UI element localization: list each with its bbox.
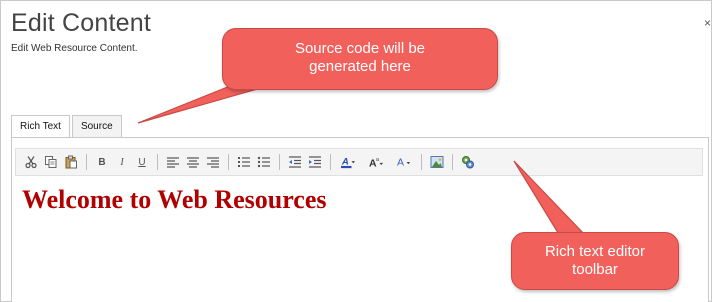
- increase-indent-icon[interactable]: [306, 153, 324, 171]
- editor-tabs: Rich Text Source: [11, 115, 124, 137]
- dialog-subtitle: Edit Web Resource Content.: [11, 43, 138, 54]
- svg-text:A: A: [397, 157, 404, 169]
- insert-link-icon[interactable]: [459, 153, 477, 171]
- tab-rich-text[interactable]: Rich Text: [11, 115, 70, 137]
- callout-source-line2: generated here: [309, 58, 411, 75]
- editor-content-heading[interactable]: Welcome to Web Resources: [22, 185, 326, 215]
- dialog-title: Edit Content: [11, 9, 151, 37]
- toolbar-separator: [228, 154, 229, 170]
- toolbar-separator: [86, 154, 87, 170]
- highlight-color-icon[interactable]: A: [337, 153, 359, 171]
- paste-icon[interactable]: [62, 153, 80, 171]
- callout-toolbar-line2: toolbar: [572, 261, 618, 278]
- callout-toolbar-line1: Rich text editor: [544, 243, 646, 260]
- decrease-indent-icon[interactable]: [286, 153, 304, 171]
- italic-icon[interactable]: I: [113, 153, 131, 171]
- bold-icon[interactable]: B: [93, 153, 111, 171]
- callout-source-line1: Source code will be: [294, 40, 426, 57]
- align-right-icon[interactable]: [204, 153, 222, 171]
- tab-source[interactable]: Source: [71, 115, 122, 137]
- toolbar-separator: [452, 154, 453, 170]
- font-size-icon[interactable]: Aa: [365, 153, 387, 171]
- close-icon[interactable]: ×: [704, 17, 711, 29]
- toolbar-separator: [421, 154, 422, 170]
- toolbar-separator: [279, 154, 280, 170]
- bulleted-list-icon[interactable]: [255, 153, 273, 171]
- font-color-icon[interactable]: A: [393, 153, 415, 171]
- numbered-list-icon[interactable]: [235, 153, 253, 171]
- callout-source-code: Source code will be generated here: [222, 28, 498, 90]
- underline-icon[interactable]: U: [133, 153, 151, 171]
- cut-icon[interactable]: [22, 153, 40, 171]
- align-center-icon[interactable]: [184, 153, 202, 171]
- insert-image-icon[interactable]: [428, 153, 446, 171]
- rich-text-toolbar: B I U A A a A: [15, 148, 703, 176]
- align-left-icon[interactable]: [164, 153, 182, 171]
- copy-icon[interactable]: [42, 153, 60, 171]
- callout-toolbar: Rich text editor toolbar: [511, 232, 679, 290]
- toolbar-separator: [157, 154, 158, 170]
- svg-text:a: a: [376, 157, 379, 163]
- toolbar-separator: [330, 154, 331, 170]
